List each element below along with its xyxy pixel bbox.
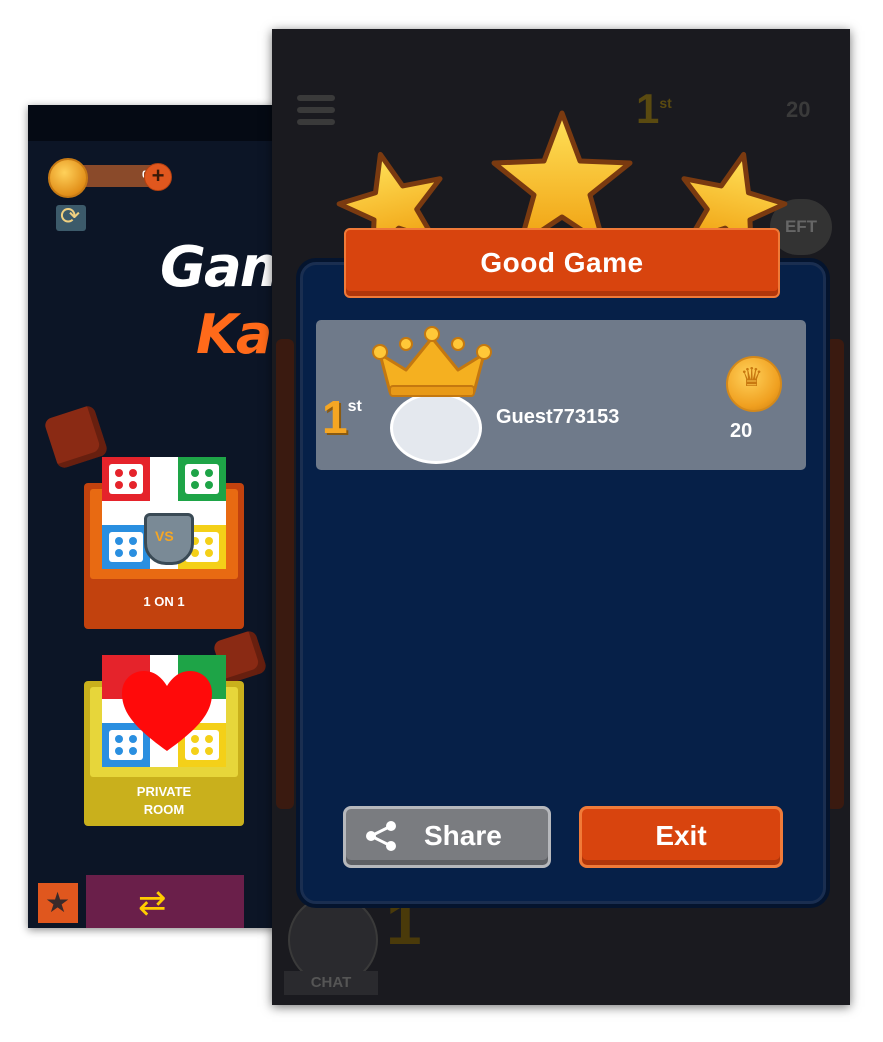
player-name: Guest773153 [496, 406, 620, 428]
coin-icon [48, 158, 88, 198]
versus-shield-icon: VS [144, 513, 194, 565]
mode-label-line1: PRIVATE [136, 784, 192, 799]
dice-decoration [43, 404, 109, 470]
coin-balance-bar: 0 + [48, 158, 172, 198]
board-edge-left [276, 339, 294, 809]
mode-label: 1 ON 1 [143, 594, 185, 609]
player-result-row: 1st Guest773153 20 [316, 320, 806, 470]
reward-amount: 20 [730, 420, 753, 442]
add-coins-button[interactable]: + [144, 163, 172, 191]
swap-arrows-icon: ⇄ [138, 884, 167, 922]
player-rank: 1st [322, 391, 362, 443]
refresh-icon[interactable] [56, 202, 86, 231]
background-lobby-screen: 0 + Gam Ka 1 ON 1 VS PRIVATE ROOM [28, 105, 276, 928]
share-label: Share [424, 820, 502, 851]
crown-icon [372, 326, 492, 397]
menu-icon[interactable] [297, 95, 335, 125]
swap-button[interactable]: ⇄ [86, 875, 244, 928]
share-button[interactable]: Share [343, 806, 551, 868]
heart-icon [122, 671, 212, 751]
exit-button[interactable]: Exit [579, 806, 783, 868]
game-result-screen: 1st 20 EFT 1 CHAT Good Game 1st Guest773… [272, 29, 850, 1005]
status-bar [28, 105, 276, 141]
chat-button[interactable]: CHAT [284, 971, 378, 995]
coin-icon [726, 356, 782, 412]
star-button[interactable]: ★ [38, 883, 78, 923]
game-logo-line1: Gam [160, 235, 276, 300]
player-avatar [390, 392, 482, 464]
board-edge-right [826, 339, 844, 809]
star-icon: ★ [45, 887, 71, 918]
dialog-title: Good Game [344, 228, 780, 298]
game-logo-line2: Ka [196, 303, 272, 366]
share-icon [366, 821, 396, 851]
mode-label-line2: ROOM [143, 802, 185, 817]
